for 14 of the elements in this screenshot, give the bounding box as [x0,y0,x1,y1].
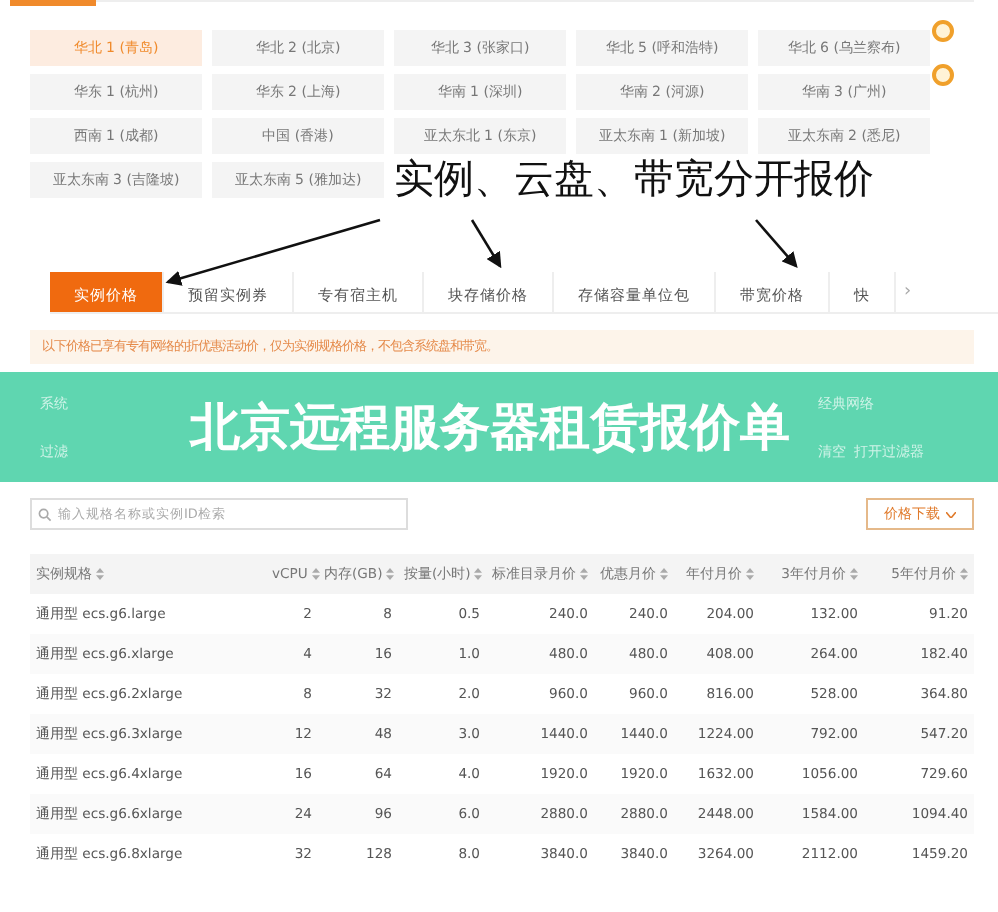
sort-icon[interactable] [660,568,668,581]
sort-icon[interactable] [746,568,754,581]
tab-underline [10,0,96,6]
search-icon [38,508,52,522]
banner-title: 北京远程服务器租赁报价单 [190,396,790,460]
arrow [755,219,798,268]
scroll-right-button[interactable]: › [904,282,912,302]
caret-icon [946,511,956,517]
sort-icon[interactable] [960,568,968,581]
annotation-text: 实例、云盘、带宽分开报价 [394,152,876,204]
sort-icon[interactable] [96,568,104,581]
sort-icon[interactable] [850,568,858,581]
sort-icon[interactable] [580,568,588,581]
arrow [470,219,502,269]
